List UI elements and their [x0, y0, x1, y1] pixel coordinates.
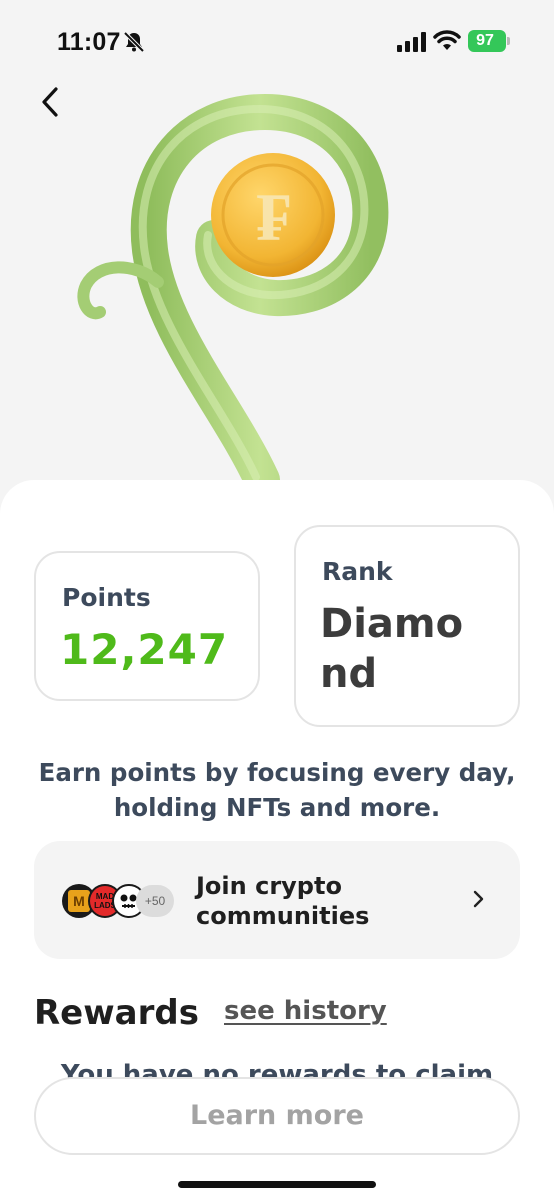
points-label: Points	[62, 583, 151, 612]
rank-label: Rank	[322, 557, 393, 586]
join-communities-label: Join crypto communities	[196, 872, 370, 930]
bell-slash-icon	[123, 31, 145, 53]
rewards-heading: Rewards	[34, 993, 199, 1033]
wifi-icon	[433, 30, 461, 50]
battery-level: 97	[468, 30, 506, 52]
points-value: 12,247	[60, 625, 229, 674]
rank-value: Diamond	[320, 601, 464, 697]
see-history-link[interactable]: see history	[224, 996, 387, 1026]
earn-points-description: Earn points by focusing every day, holdi…	[38, 758, 516, 822]
status-bar: 11:07 97	[0, 0, 554, 84]
learn-more-button[interactable]: Learn more	[34, 1077, 520, 1155]
status-time: 11:07	[57, 28, 121, 56]
chevron-right-icon	[473, 890, 484, 908]
rank-card: Rank Diamond	[294, 525, 520, 727]
join-communities-row[interactable]: M MAD LADS +50 Join crypto communities	[34, 841, 520, 959]
battery-icon: 97	[468, 30, 510, 52]
chevron-left-icon	[42, 87, 58, 117]
svg-text:₣: ₣	[256, 177, 290, 257]
points-card: Points 12,247	[34, 551, 260, 701]
cellular-signal-icon	[397, 32, 426, 52]
community-extra-count: +50	[136, 885, 174, 917]
back-button[interactable]	[30, 80, 70, 124]
home-indicator	[178, 1181, 376, 1188]
